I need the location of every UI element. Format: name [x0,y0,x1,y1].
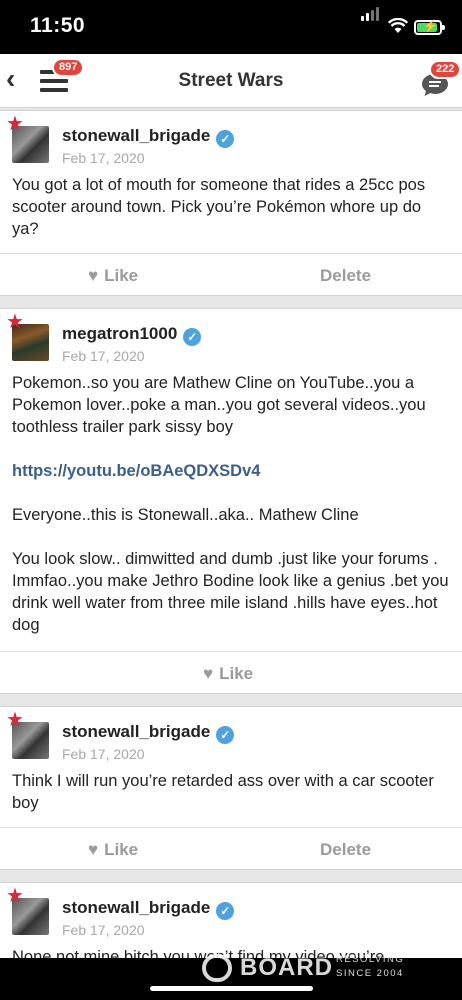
post-actions: ♥ Like Delete [0,253,462,297]
star-icon: ★ [6,709,24,731]
watermark: BOARD RESOLVING SINCE 2004 [200,948,430,988]
watermark-line2: SINCE 2004 [336,968,404,979]
star-icon: ★ [6,311,24,333]
heart-icon: ♥ [88,266,99,285]
verified-badge-icon: ✓ [216,902,235,920]
post-actions: ♥ Like [0,651,462,695]
verified-badge-icon: ✓ [183,328,202,346]
username[interactable]: stonewall_brigade ✓ [62,722,235,744]
delete-button[interactable]: Delete [320,266,371,286]
verified-badge-icon: ✓ [216,130,235,148]
chat-badge: 222 [429,60,462,79]
username[interactable]: megatron1000 ✓ [62,324,202,346]
wifi-icon [388,18,408,33]
status-time: 11:50 [30,14,86,37]
star-icon: ★ [6,885,24,907]
username[interactable]: stonewall_brigade ✓ [62,898,235,920]
heart-icon: ♥ [88,840,99,859]
watermark-line1: RESOLVING [336,954,405,965]
post-card: ★ stonewall_brigade ✓ Feb 17, 2020 Think … [0,706,462,870]
post-body: You got a lot of mouth for someone that … [12,176,426,238]
star-icon: ★ [6,113,24,135]
avatar[interactable]: ★ [6,886,49,935]
avatar[interactable]: ★ [6,710,49,759]
board-logo-icon [202,954,232,982]
page-title: Street Wars [178,70,284,91]
battery-icon: ⚡ [414,19,445,35]
verified-badge-icon: ✓ [216,726,235,744]
like-button[interactable]: ♥ Like [88,840,138,860]
post-date: Feb 17, 2020 [62,746,145,762]
post-date: Feb 17, 2020 [62,348,145,364]
status-bar: 11:50 ⚡ [0,0,462,54]
post-card: ★ stonewall_brigade ✓ Feb 17, 2020 You go… [0,110,462,296]
username[interactable]: stonewall_brigade ✓ [62,126,235,148]
home-indicator[interactable] [150,986,313,991]
watermark-brand: BOARD [240,954,333,981]
youtube-link[interactable]: https://youtu.be/oBAeQDXSDv4 [12,462,260,480]
nav-bar: ‹ 897 Street Wars 222 [0,54,462,108]
chat-button[interactable]: 222 [421,60,462,96]
post-card: ★ megatron1000 ✓ Feb 17, 2020 Pokemon..so… [0,308,462,694]
post-body: Pokemon..so you are Mathew Cline on YouT… [12,374,449,634]
avatar[interactable]: ★ [6,114,49,163]
post-body: Think I will run you’re retarded ass ove… [12,772,434,812]
heart-icon: ♥ [203,664,214,683]
delete-button[interactable]: Delete [320,840,371,860]
post-date: Feb 17, 2020 [62,150,145,166]
post-actions: ♥ Like Delete [0,827,462,871]
avatar[interactable]: ★ [6,312,49,361]
post-date: Feb 17, 2020 [62,922,145,938]
like-button[interactable]: ♥ Like [88,266,138,286]
like-button[interactable]: ♥ Like [203,664,253,684]
